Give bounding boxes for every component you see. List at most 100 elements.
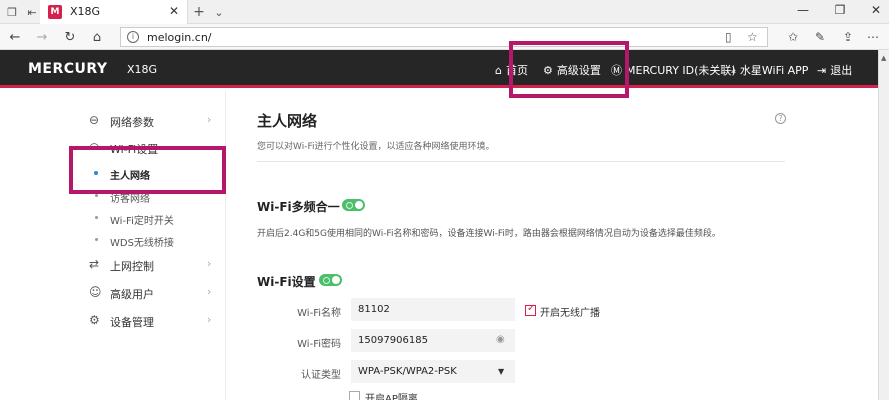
help-icon[interactable]: ? <box>775 113 786 124</box>
sliders-icon: ⇄ <box>89 257 100 271</box>
chevron-right-icon: › <box>207 313 212 326</box>
tab-actions-icon[interactable]: ❐ <box>4 4 20 20</box>
scroll-up-icon[interactable]: ▲ <box>881 54 886 62</box>
refresh-icon[interactable]: ↻ <box>61 28 79 46</box>
browser-tab-bar: ❐ ⇤ M X18G ✕ + ⌄ — ❐ ✕ <box>0 0 889 24</box>
auth-type-label: 认证类型 <box>301 370 341 381</box>
broadcast-checkbox[interactable] <box>525 303 536 316</box>
sidebar-subitem-wds-bridge[interactable]: WDS无线桥接 <box>0 230 226 250</box>
chevron-right-icon: › <box>207 257 212 270</box>
nav-home[interactable]: ⌂ 首页 <box>495 62 528 78</box>
multiband-toggle[interactable] <box>342 199 365 211</box>
forward-arrow-icon[interactable]: → <box>33 28 51 46</box>
network-icon: ⊖ <box>89 113 100 127</box>
wifi-password-label: Wi-Fi密码 <box>297 339 341 350</box>
sidebar-item-label: 高级用户 <box>110 288 154 301</box>
download-icon: ⤓ <box>731 63 736 76</box>
nav-wifi-app-label: 水星WiFi APP <box>739 64 809 77</box>
minimize-icon[interactable]: — <box>793 3 813 17</box>
auth-type-select[interactable]: WPA-PSK/WPA2-PSK <box>351 360 515 383</box>
reading-view-icon[interactable]: ▯ <box>725 30 732 44</box>
sidebar-item-label: 上网控制 <box>110 260 154 273</box>
chevron-right-icon: › <box>207 285 212 298</box>
gear-icon: ⚙ <box>89 313 100 327</box>
nav-logout-label: 退出 <box>830 64 853 77</box>
url-input[interactable]: i melogin.cn/ ▯ ☆ <box>120 27 768 47</box>
sidebar: ⊖ 网络参数 › ◠ Wi-Fi设置 主人网络 访客网络 Wi-Fi定时开关 W… <box>0 91 226 400</box>
sidebar-item-label: 网络参数 <box>110 116 154 129</box>
nav-mercury-id[interactable]: Ⓜ MERCURY ID(未关联) <box>611 62 736 78</box>
sidebar-item-device-management[interactable]: ⚙ 设备管理 › <box>0 311 226 331</box>
sidebar-item-advanced-users[interactable]: ☺ 高级用户 › <box>0 283 226 303</box>
chevron-right-icon: › <box>207 113 212 126</box>
show-password-eye-icon[interactable]: ◉ <box>496 334 505 345</box>
back-arrow-icon[interactable]: ← <box>6 28 24 46</box>
home-icon[interactable]: ⌂ <box>88 28 106 46</box>
user-icon: ☺ <box>89 285 102 299</box>
browser-address-bar: ← → ↻ ⌂ i melogin.cn/ ▯ ☆ ✩ ✎ ⇪ ⋯ <box>0 24 889 50</box>
sidebar-item-wifi-settings[interactable]: ◠ Wi-Fi设置 <box>0 138 226 158</box>
wifi-name-input[interactable] <box>351 298 515 321</box>
nav-advanced-settings[interactable]: ⚙ 高级设置 <box>543 62 601 78</box>
multiband-title: Wi-Fi多频合一 <box>257 200 340 214</box>
close-tab-icon[interactable]: ✕ <box>169 4 179 18</box>
tab-list-chevron-down-icon[interactable]: ⌄ <box>211 4 227 20</box>
browser-tab[interactable]: M X18G ✕ <box>40 0 188 24</box>
wifi-settings-title: Wi-Fi设置 <box>257 275 316 289</box>
main-content: 主人网络 ? 您可以对Wi-Fi进行个性化设置，以适应各种网络使用环境。 Wi-… <box>226 91 878 400</box>
dot-icon <box>95 216 98 219</box>
sidebar-item-access-control[interactable]: ⇄ 上网控制 › <box>0 255 226 275</box>
wifi-name-label: Wi-Fi名称 <box>297 308 341 319</box>
pen-notes-icon[interactable]: ✎ <box>811 28 829 46</box>
tab-title: X18G <box>70 5 101 18</box>
router-model: X18G <box>127 63 158 76</box>
sidebar-subitem-label: Wi-Fi定时开关 <box>110 216 174 227</box>
multiband-description: 开启后2.4G和5G使用相同的Wi-Fi名称和密码，设备连接Wi-Fi时，路由器… <box>257 229 721 239</box>
wifi-password-input[interactable] <box>351 329 515 352</box>
more-menu-icon[interactable]: ⋯ <box>864 28 882 46</box>
mercury-logo: MERCURY <box>28 61 108 77</box>
page-description: 您可以对Wi-Fi进行个性化设置，以适应各种网络使用环境。 <box>257 142 495 152</box>
restore-icon[interactable]: ❐ <box>830 3 850 17</box>
dot-icon <box>95 238 98 241</box>
sidebar-subitem-wifi-schedule[interactable]: Wi-Fi定时开关 <box>0 208 226 228</box>
mercury-id-icon: Ⓜ <box>611 64 622 77</box>
share-icon[interactable]: ⇪ <box>839 28 857 46</box>
logout-icon: ⇥ <box>817 63 827 77</box>
broadcast-label: 开启无线广播 <box>540 308 600 319</box>
sidebar-subitem-label: 主人网络 <box>110 171 150 182</box>
favorite-star-icon[interactable]: ☆ <box>747 30 758 44</box>
nav-advanced-settings-label: 高级设置 <box>556 64 601 77</box>
url-text: melogin.cn/ <box>147 31 212 44</box>
sidebar-subitem-host-network[interactable]: 主人网络 <box>0 163 226 183</box>
page-scrollbar[interactable]: ▲ <box>878 50 889 400</box>
chevron-down-icon[interactable]: ▼ <box>498 367 504 376</box>
sidebar-item-label: Wi-Fi设置 <box>110 143 159 156</box>
wifi-settings-toggle[interactable] <box>319 274 342 286</box>
sidebar-subitem-guest-network[interactable]: 访客网络 <box>0 186 226 206</box>
sidebar-item-label: 设备管理 <box>110 316 154 329</box>
gear-icon: ⚙ <box>543 63 553 77</box>
site-info-icon[interactable]: i <box>127 31 139 43</box>
favorites-hub-icon[interactable]: ✩ <box>784 28 802 46</box>
window-close-icon[interactable]: ✕ <box>866 3 886 17</box>
auth-type-value: WPA-PSK/WPA2-PSK <box>358 366 457 377</box>
nav-logout[interactable]: ⇥ 退出 <box>817 62 852 78</box>
nav-mercury-id-label: MERCURY ID(未关联) <box>626 64 736 77</box>
ap-isolation-checkbox[interactable] <box>349 391 360 400</box>
ap-isolation-label: 开启AP隔离 <box>365 394 418 400</box>
nav-wifi-app[interactable]: ⤓ 水星WiFi APP <box>731 62 808 78</box>
active-dot-icon <box>94 171 98 175</box>
router-header: MERCURY X18G ⌂ 首页 ⚙ 高级设置 Ⓜ MERCURY ID(未关… <box>0 50 878 88</box>
mercury-favicon-icon: M <box>48 5 62 19</box>
home-icon: ⌂ <box>495 63 502 77</box>
sidebar-item-network-params[interactable]: ⊖ 网络参数 › <box>0 111 226 131</box>
wifi-icon: ◠ <box>89 140 100 154</box>
sidebar-subitem-label: 访客网络 <box>110 194 150 205</box>
nav-home-label: 首页 <box>505 64 528 77</box>
new-tab-icon[interactable]: + <box>191 4 207 20</box>
sidebar-subitem-label: WDS无线桥接 <box>110 238 174 249</box>
tab-back-icon[interactable]: ⇤ <box>24 4 40 20</box>
divider <box>257 161 785 162</box>
dot-icon <box>95 194 98 197</box>
